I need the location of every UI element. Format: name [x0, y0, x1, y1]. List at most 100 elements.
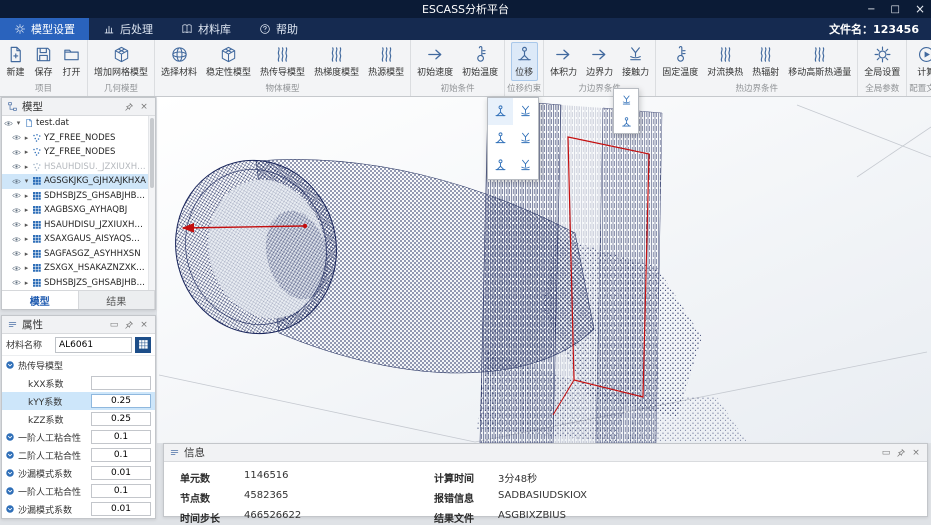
pin-icon[interactable]	[124, 320, 134, 330]
new-button[interactable]: 新建	[2, 42, 29, 81]
restore-icon[interactable]: ▭	[880, 444, 892, 462]
radiation-button[interactable]: 热辐射	[748, 42, 783, 81]
expand-arrow-icon[interactable]: ▸	[23, 264, 30, 272]
tab-results[interactable]: 结果	[79, 291, 155, 309]
constraint-option-5[interactable]	[488, 152, 513, 179]
tree-item[interactable]: ▸ SAGFASGZ_ASYHHXSN	[2, 247, 148, 262]
ribbon-group-caption: 热边界条件	[735, 84, 778, 94]
visibility-eye-icon[interactable]	[12, 191, 21, 200]
expand-arrow-icon[interactable]: ▸	[23, 134, 30, 142]
tree-scrollbar[interactable]	[148, 116, 155, 290]
close-icon[interactable]: ×	[910, 444, 922, 462]
hourglass-mode-coefficient-input[interactable]	[91, 502, 151, 516]
constraint-option-3[interactable]	[488, 125, 513, 152]
tree-item[interactable]: ▸ ZSXGX_HSAKAZNZXK_AHASX	[2, 261, 148, 276]
expand-arrow-icon[interactable]: ▸	[23, 250, 30, 258]
visibility-eye-icon[interactable]	[12, 148, 21, 157]
constraint-support-icon	[493, 104, 508, 119]
material-picker-button[interactable]	[135, 336, 151, 353]
visibility-eye-icon[interactable]	[12, 249, 21, 258]
fixed-temperature-button[interactable]: 固定温度	[658, 42, 702, 81]
kyy-coefficient-input[interactable]	[91, 394, 151, 408]
tree-item[interactable]: ▸ HSAUHDISU._JZXIUXHAHX	[2, 160, 148, 175]
tab-model[interactable]: 模型	[2, 291, 79, 309]
mesh-item-icon	[32, 205, 42, 215]
tab-material-library[interactable]: 材料库	[167, 18, 245, 40]
visibility-eye-icon[interactable]	[12, 235, 21, 244]
heat-gradient-model-button[interactable]: 热梯度模型	[310, 42, 363, 81]
tree-item[interactable]: ▸ SDHSBJZS_GHSABJHB_ZAHJ	[2, 189, 148, 204]
tree-item[interactable]: ▸ YZ_FREE_NODES	[2, 145, 148, 160]
visibility-eye-icon[interactable]	[12, 162, 21, 171]
tree-item[interactable]: ▸ SDHSBJZS_GHSABJHB_ZAHJ	[2, 276, 148, 291]
hourglass-mode-coefficient-input[interactable]	[91, 466, 151, 480]
close-icon[interactable]: ×	[138, 316, 150, 334]
visibility-eye-icon[interactable]	[12, 206, 21, 215]
expand-arrow-icon[interactable]: ▸	[23, 221, 30, 229]
tree-item-selected[interactable]: ▾ AGSGKJKG_GJHXAJKHXA	[2, 174, 148, 189]
minimize-button[interactable]: −	[867, 4, 875, 15]
constraint-option-4[interactable]	[513, 125, 538, 152]
kxx-coefficient-input[interactable]	[91, 376, 151, 390]
select-material-button[interactable]: 选择材料	[157, 42, 201, 81]
visibility-eye-icon[interactable]	[12, 220, 21, 229]
expand-arrow-icon[interactable]: ▾	[23, 177, 30, 185]
boundary-force-button[interactable]: 边界力	[582, 42, 617, 81]
panel-title: 属性	[22, 319, 43, 331]
contact-option-1[interactable]	[614, 89, 638, 111]
open-button[interactable]: 打开	[58, 42, 85, 81]
artificial-viscosity-1-input[interactable]	[91, 484, 151, 498]
tab-model-setup[interactable]: 模型设置	[0, 18, 89, 40]
material-name-input[interactable]	[55, 336, 132, 353]
contact-option-2[interactable]	[614, 111, 638, 133]
save-button[interactable]: 保存	[30, 42, 57, 81]
convection-button[interactable]: 对流换热	[703, 42, 747, 81]
expand-arrow-icon[interactable]: ▸	[23, 235, 30, 243]
pin-icon[interactable]	[896, 448, 906, 458]
artificial-viscosity-2-input[interactable]	[91, 448, 151, 462]
tab-help[interactable]: 帮助	[245, 18, 312, 40]
calculate-button[interactable]: 计算	[913, 42, 931, 81]
expand-arrow-icon[interactable]: ▸	[23, 148, 30, 156]
viewport-3d-canvas[interactable]	[157, 97, 931, 443]
displacement-button[interactable]: 位移	[510, 42, 538, 81]
property-section-row[interactable]: 热传导模型	[2, 356, 155, 374]
artificial-viscosity-1-input[interactable]	[91, 430, 151, 444]
expand-arrow-icon[interactable]: ▸	[23, 163, 30, 171]
contact-force-button[interactable]: 接触力	[618, 42, 653, 81]
initial-velocity-button[interactable]: 初始速度	[413, 42, 457, 81]
tree-item[interactable]: ▸ XSAXGAUS_AISYAQSH_ASHX	[2, 232, 148, 247]
visibility-eye-icon[interactable]	[12, 133, 21, 142]
expand-arrow-icon[interactable]: ▾	[15, 119, 22, 127]
expand-arrow-icon[interactable]: ▸	[23, 206, 30, 214]
constraint-option-1[interactable]	[488, 98, 513, 125]
close-icon[interactable]: ×	[138, 98, 150, 116]
restore-icon[interactable]: ▭	[108, 316, 120, 334]
visibility-eye-icon[interactable]	[12, 278, 21, 287]
kzz-coefficient-input[interactable]	[91, 412, 151, 426]
tab-post-processing[interactable]: 后处理	[89, 18, 167, 40]
constraint-option-2[interactable]	[513, 98, 538, 125]
initial-temperature-button[interactable]: 初始温度	[458, 42, 502, 81]
heat-conduction-model-button[interactable]: 热传导模型	[256, 42, 309, 81]
add-mesh-model-button[interactable]: 增加网格模型	[90, 42, 152, 81]
global-settings-button[interactable]: 全局设置	[860, 42, 904, 81]
visibility-eye-icon[interactable]	[4, 119, 13, 128]
visibility-eye-icon[interactable]	[12, 177, 21, 186]
maximize-button[interactable]: □	[890, 4, 899, 15]
pin-icon[interactable]	[124, 102, 134, 112]
close-button[interactable]: ×	[915, 2, 925, 16]
expand-arrow-icon[interactable]: ▸	[23, 192, 30, 200]
scrollbar-thumb[interactable]	[150, 118, 154, 188]
moving-gauss-flux-button[interactable]: 移动高斯热通量	[784, 42, 855, 81]
visibility-eye-icon[interactable]	[12, 264, 21, 273]
body-force-button[interactable]: 体积力	[546, 42, 581, 81]
heat-source-model-button[interactable]: 热源模型	[364, 42, 408, 81]
expand-arrow-icon[interactable]: ▸	[23, 279, 30, 287]
tree-item-root[interactable]: ▾ test.dat	[2, 116, 148, 131]
tree-item[interactable]: ▸ XAGBSXG_AYHAQBJ	[2, 203, 148, 218]
tree-item[interactable]: ▸ HSAUHDISU_JZXIUXHAHX	[2, 218, 148, 233]
constraint-option-6[interactable]	[513, 152, 538, 179]
stability-model-button[interactable]: 稳定性模型	[202, 42, 255, 81]
tree-item[interactable]: ▸ YZ_FREE_NODES	[2, 131, 148, 146]
